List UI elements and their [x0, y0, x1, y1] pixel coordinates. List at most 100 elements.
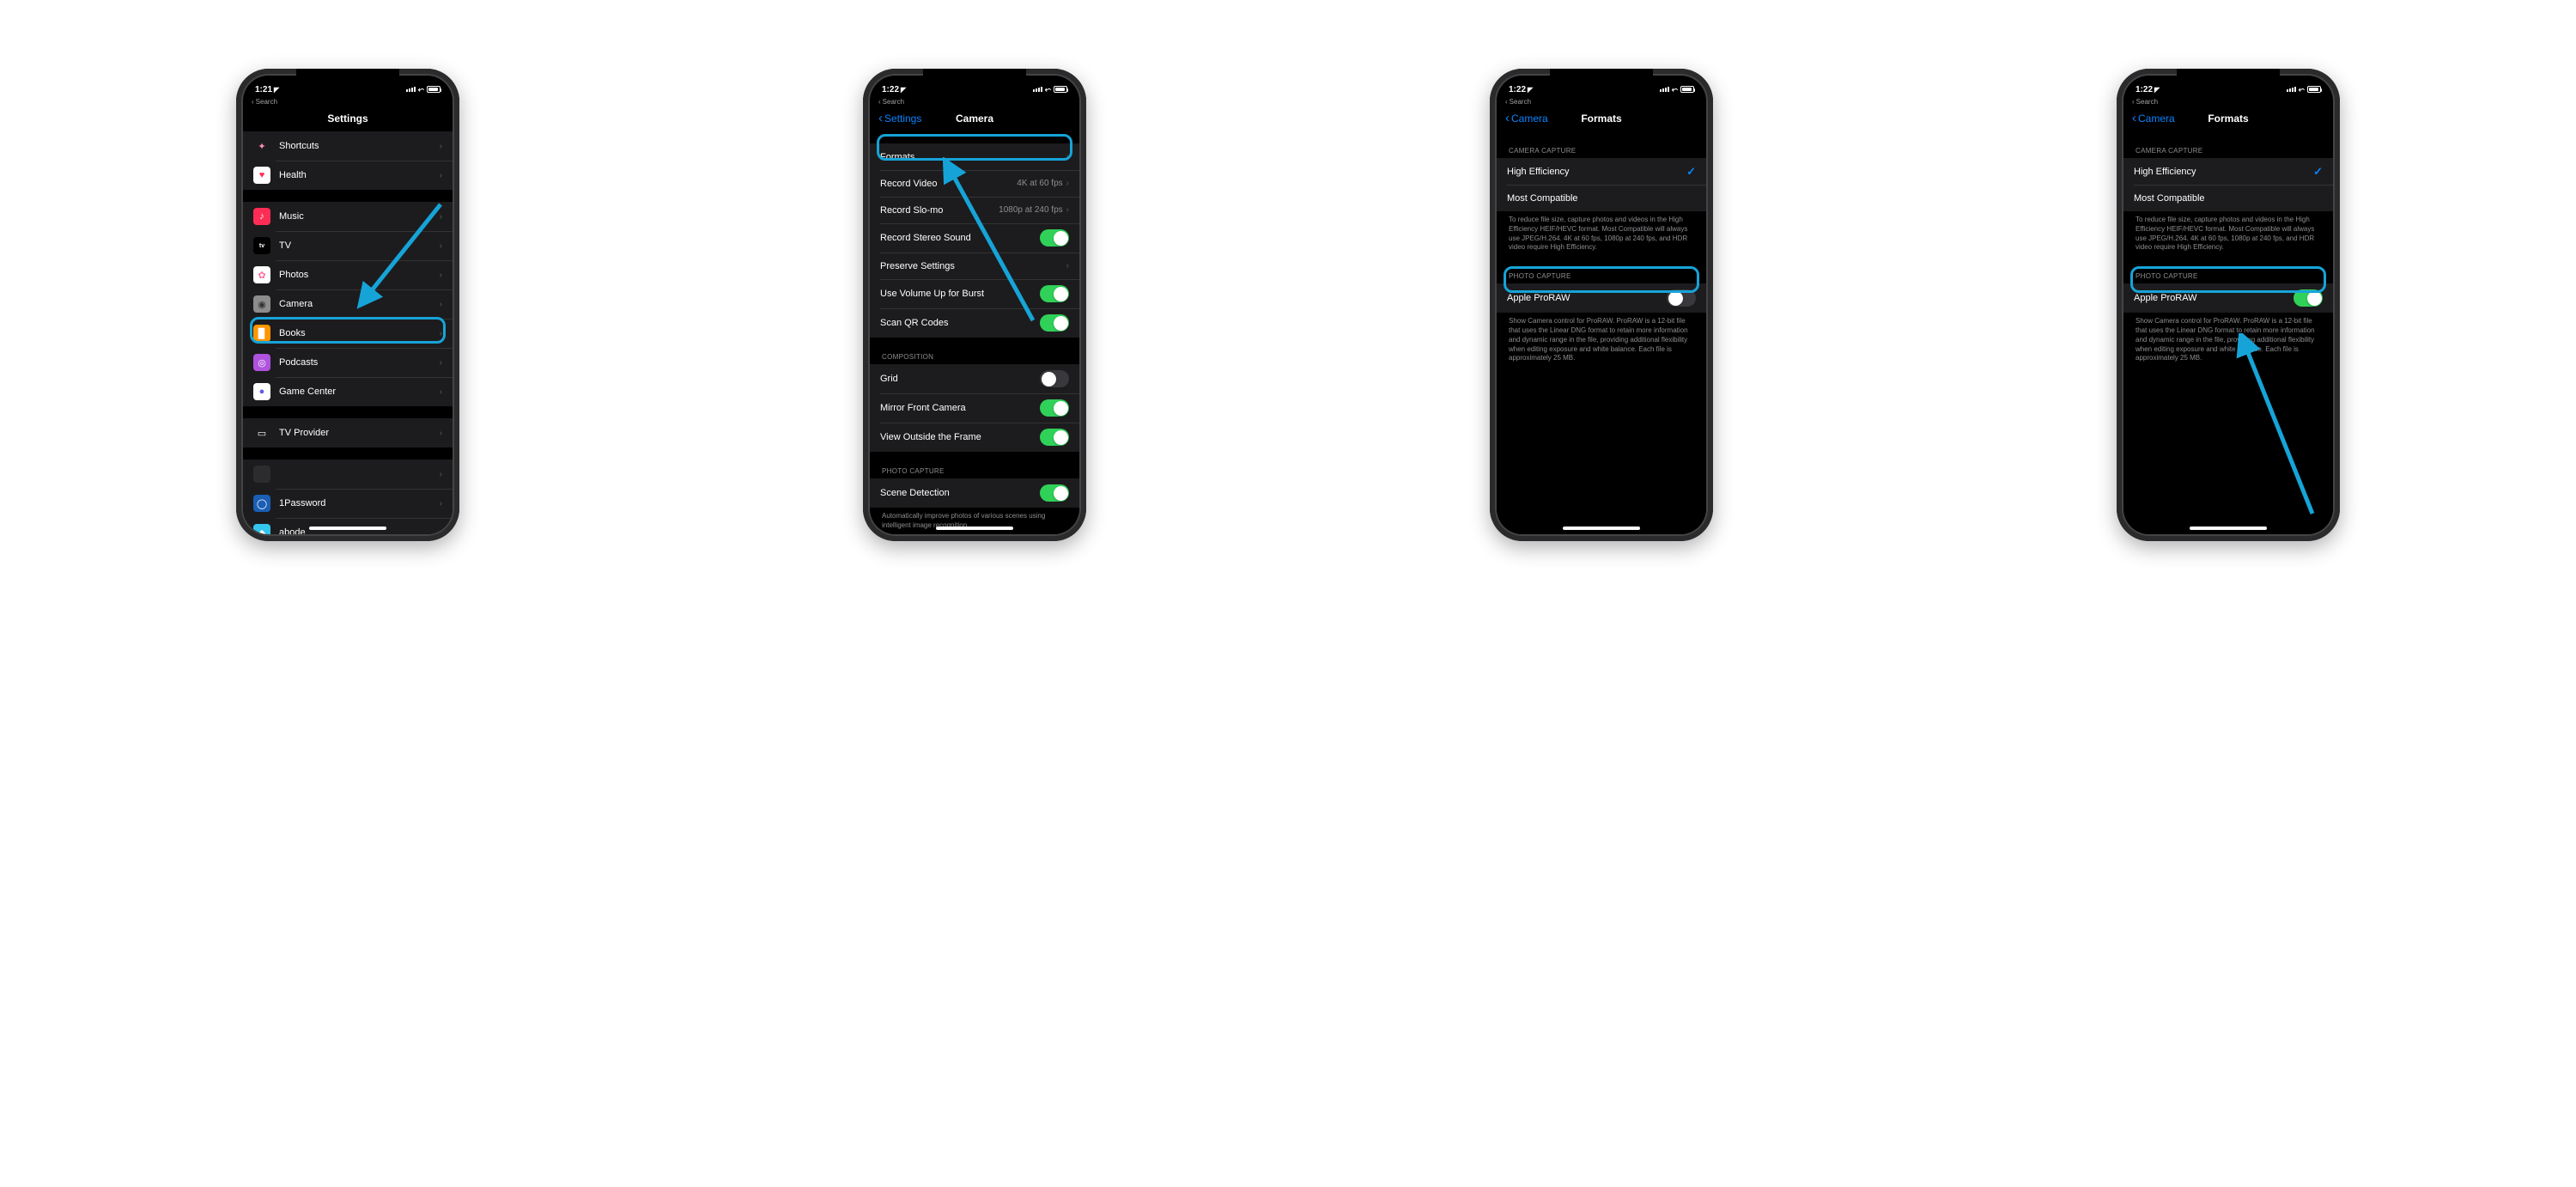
toggle-switch[interactable]: [1040, 314, 1069, 332]
camera-group-1: Formats›Record Video4K at 60 fps›Record …: [870, 143, 1079, 338]
music-icon: ♪: [253, 208, 270, 225]
battery-icon: [427, 86, 440, 93]
row-high-efficiency[interactable]: High Efficiency✓: [1497, 158, 1706, 185]
app-icon: [253, 466, 270, 483]
settings-row-health[interactable]: ♥Health›: [243, 161, 453, 190]
home-indicator[interactable]: [2190, 527, 2267, 530]
location-icon: ◤: [2154, 86, 2160, 94]
group-header-photo-capture: PHOTO CAPTURE: [1497, 269, 1706, 283]
breadcrumb-back-search[interactable]: ‹ Search: [870, 98, 1079, 106]
settings-row-tv-provider[interactable]: ▭TV Provider›: [243, 418, 453, 447]
formats-group-photo: PHOTO CAPTURE Apple ProRAW Show Camera c…: [2123, 269, 2333, 368]
settings-row-music[interactable]: ♪Music›: [243, 202, 453, 231]
row-record-slo-mo[interactable]: Record Slo-mo1080p at 240 fps›: [870, 197, 1079, 223]
toggle-switch[interactable]: [1040, 399, 1069, 417]
group-header-composition: COMPOSITION: [870, 350, 1079, 364]
home-indicator[interactable]: [309, 527, 386, 530]
row-grid[interactable]: Grid: [870, 364, 1079, 393]
settings-row-blank[interactable]: ›: [243, 460, 453, 489]
chevron-right-icon: ›: [440, 358, 442, 368]
home-indicator[interactable]: [1563, 527, 1640, 530]
row-use-volume-up-for-burst[interactable]: Use Volume Up for Burst: [870, 279, 1079, 308]
toggle-switch[interactable]: [2293, 289, 2323, 307]
home-indicator[interactable]: [936, 527, 1013, 530]
toggle-switch[interactable]: [1040, 484, 1069, 502]
row-label: Mirror Front Camera: [880, 403, 1040, 413]
status-time: 1:22: [1509, 85, 1526, 94]
row-mirror-front-camera[interactable]: Mirror Front Camera: [870, 393, 1079, 423]
group-footer-efficiency: To reduce file size, capture photos and …: [2123, 211, 2333, 257]
page-title: Formats: [2208, 113, 2248, 125]
settings-row-photos[interactable]: ✿Photos›: [243, 260, 453, 289]
group-header-photo-capture: PHOTO CAPTURE: [870, 464, 1079, 478]
breadcrumb-back-search[interactable]: ‹ Search: [243, 98, 453, 106]
row-label: Scene Detection: [880, 488, 1040, 498]
chevron-right-icon: ›: [440, 300, 442, 309]
nav-bar: ‹ Camera Formats: [1497, 106, 1706, 131]
row-label: Record Stereo Sound: [880, 233, 1040, 243]
row-formats[interactable]: Formats›: [870, 143, 1079, 170]
breadcrumb-back-search[interactable]: ‹ Search: [2123, 98, 2333, 106]
row-most-compatible[interactable]: Most Compatible: [1497, 185, 1706, 211]
chevron-left-icon: ‹: [2132, 114, 2136, 124]
settings-row-tv[interactable]: tvTV›: [243, 231, 453, 260]
back-button[interactable]: ‹ Camera: [1505, 113, 1548, 125]
settings-row-books[interactable]: ▉Books›: [243, 319, 453, 348]
abode-icon: ◆: [253, 524, 270, 534]
toggle-switch[interactable]: [1040, 429, 1069, 446]
status-time: 1:22: [2136, 85, 2153, 94]
group-header-photo-capture: PHOTO CAPTURE: [2123, 269, 2333, 283]
settings-row-podcasts[interactable]: ◎Podcasts›: [243, 348, 453, 377]
back-button[interactable]: ‹ Camera: [2132, 113, 2175, 125]
wifi-icon: ⬿: [1672, 85, 1678, 94]
row-most-compatible[interactable]: Most Compatible: [2123, 185, 2333, 211]
signal-icon: [2287, 87, 2296, 92]
row-label: Formats: [880, 152, 1066, 162]
settings-row-game-center[interactable]: ●Game Center›: [243, 377, 453, 406]
chevron-right-icon: ›: [440, 142, 442, 151]
row-high-efficiency[interactable]: High Efficiency✓: [2123, 158, 2333, 185]
row-label: Scan QR Codes: [880, 318, 1040, 328]
settings-row-1password[interactable]: ◯1Password›: [243, 489, 453, 518]
toggle-switch[interactable]: [1040, 370, 1069, 387]
settings-row-shortcuts[interactable]: ✦Shortcuts›: [243, 131, 453, 161]
settings-group-b: ♪Music›tvTV›✿Photos›◉Camera›▉Books›◎Podc…: [243, 202, 453, 406]
chevron-right-icon: ›: [440, 528, 442, 535]
chevron-right-icon: ›: [1066, 179, 1069, 188]
row-label: TV: [279, 240, 440, 251]
signal-icon: [1660, 87, 1669, 92]
row-apple-proraw[interactable]: Apple ProRAW: [1497, 283, 1706, 313]
toggle-switch[interactable]: [1667, 289, 1696, 307]
notch: [2177, 69, 2280, 88]
formats-group-capture: CAMERA CAPTURE High Efficiency✓Most Comp…: [1497, 143, 1706, 257]
row-view-outside-the-frame[interactable]: View Outside the Frame: [870, 423, 1079, 452]
row-apple-proraw[interactable]: Apple ProRAW: [2123, 283, 2333, 313]
chevron-left-icon: ‹: [2132, 98, 2135, 106]
row-record-stereo-sound[interactable]: Record Stereo Sound: [870, 223, 1079, 253]
breadcrumb-back-search[interactable]: ‹ Search: [1497, 98, 1706, 106]
group-footer-scene: Automatically improve photos of various …: [870, 508, 1079, 534]
toggle-switch[interactable]: [1040, 229, 1069, 247]
chevron-right-icon: ›: [1066, 205, 1069, 215]
toggle-switch[interactable]: [1040, 285, 1069, 302]
row-scene-detection[interactable]: Scene Detection: [870, 478, 1079, 508]
group-footer-efficiency: To reduce file size, capture photos and …: [1497, 211, 1706, 257]
settings-group-a: ✦Shortcuts›♥Health›: [243, 131, 453, 190]
signal-icon: [406, 87, 416, 92]
wifi-icon: ⬿: [418, 85, 424, 94]
row-label: Game Center: [279, 387, 440, 397]
back-button[interactable]: ‹ Settings: [878, 113, 921, 125]
row-label: TV Provider: [279, 428, 440, 438]
row-record-video[interactable]: Record Video4K at 60 fps›: [870, 170, 1079, 197]
battery-icon: [2307, 86, 2321, 93]
row-label: Record Video: [880, 179, 1017, 189]
row-scan-qr-codes[interactable]: Scan QR Codes: [870, 308, 1079, 338]
notch: [296, 69, 399, 88]
row-preserve-settings[interactable]: Preserve Settings›: [870, 253, 1079, 279]
chevron-right-icon: ›: [440, 212, 442, 222]
settings-row-camera[interactable]: ◉Camera›: [243, 289, 453, 319]
notch: [923, 69, 1026, 88]
formats-group-photo: PHOTO CAPTURE Apple ProRAW Show Camera c…: [1497, 269, 1706, 368]
podcasts-icon: ◎: [253, 354, 270, 371]
camera-icon: ◉: [253, 295, 270, 313]
